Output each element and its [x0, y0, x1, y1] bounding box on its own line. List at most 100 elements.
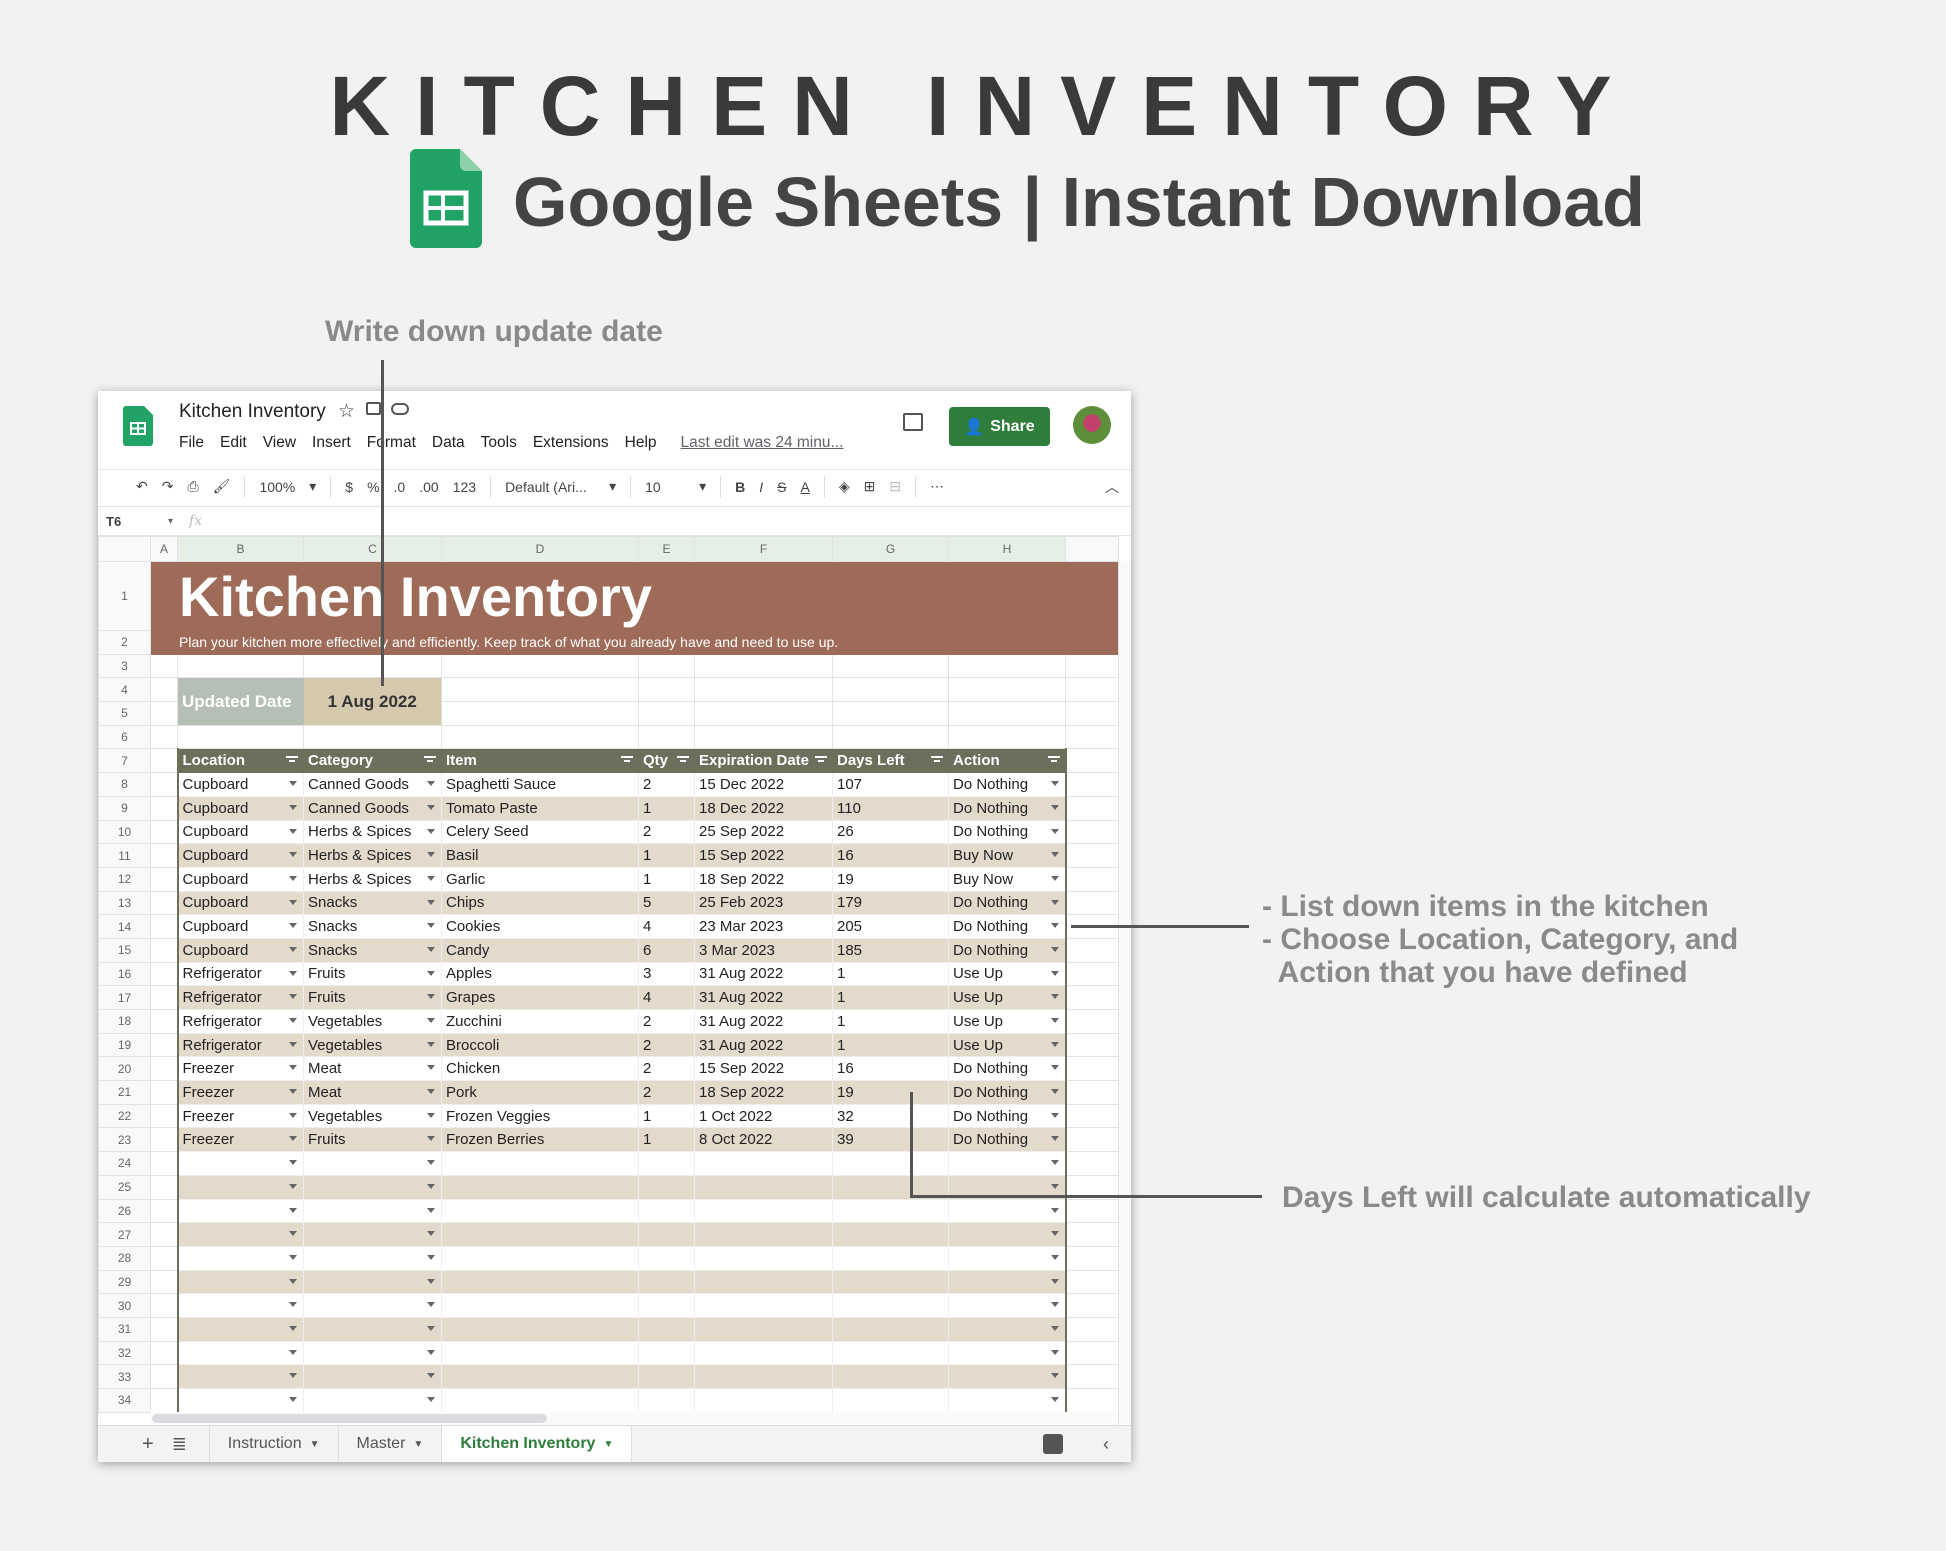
- row-number[interactable]: 23: [98, 1127, 151, 1153]
- table-cell[interactable]: Cupboard: [176, 843, 304, 868]
- row-number[interactable]: 22: [98, 1103, 151, 1129]
- cell[interactable]: [1065, 819, 1119, 845]
- table-cell[interactable]: 1: [832, 961, 949, 987]
- table-cell[interactable]: Cupboard: [176, 795, 304, 821]
- table-cell[interactable]: [694, 1364, 833, 1389]
- table-cell[interactable]: [441, 1316, 639, 1342]
- table-cell[interactable]: Basil: [441, 843, 639, 868]
- table-cell[interactable]: Chicken: [441, 1056, 639, 1082]
- table-cell[interactable]: 19: [832, 1080, 949, 1105]
- table-cell[interactable]: 31 Aug 2022: [694, 985, 833, 1010]
- table-cell[interactable]: Cupboard: [176, 772, 304, 797]
- table-cell[interactable]: Do Nothing: [948, 890, 1067, 916]
- dropdown-arrow-icon[interactable]: [1050, 1349, 1059, 1355]
- table-cell[interactable]: 8 Oct 2022: [694, 1127, 833, 1153]
- row-number[interactable]: 30: [98, 1293, 151, 1318]
- filter-icon[interactable]: [424, 756, 436, 765]
- table-cell[interactable]: [303, 1245, 442, 1271]
- table-cell[interactable]: Herbs & Spices: [303, 843, 442, 868]
- table-cell[interactable]: 2: [638, 1056, 695, 1082]
- table-cell[interactable]: Refrigerator: [176, 1009, 304, 1034]
- cell[interactable]: [150, 1340, 178, 1366]
- table-cell[interactable]: Do Nothing: [948, 1127, 1067, 1153]
- row-number[interactable]: 29: [98, 1269, 151, 1295]
- table-cell[interactable]: Freezer: [176, 1056, 304, 1082]
- table-cell[interactable]: [303, 1388, 442, 1413]
- dropdown-arrow-icon[interactable]: [1050, 899, 1059, 905]
- cell[interactable]: [441, 653, 639, 679]
- cell[interactable]: [150, 843, 178, 868]
- menu-insert[interactable]: Insert: [312, 434, 351, 452]
- updated-date-value[interactable]: 1 Aug 2022: [303, 677, 442, 726]
- table-cell[interactable]: [441, 1174, 639, 1200]
- menu-view[interactable]: View: [263, 434, 296, 452]
- cell[interactable]: [1065, 985, 1119, 1010]
- row-number[interactable]: 32: [98, 1340, 151, 1366]
- table-cell[interactable]: [638, 1269, 695, 1295]
- table-cell[interactable]: 18 Sep 2022: [694, 866, 833, 892]
- print-icon[interactable]: ⎙: [187, 478, 198, 495]
- table-cell[interactable]: 31 Aug 2022: [694, 1009, 833, 1034]
- table-cell[interactable]: [176, 1198, 304, 1224]
- table-cell[interactable]: 25 Sep 2022: [694, 819, 833, 845]
- filter-icon[interactable]: [815, 756, 827, 765]
- table-header-location[interactable]: Location: [176, 748, 304, 774]
- table-cell[interactable]: [832, 1388, 949, 1413]
- cell[interactable]: [1065, 1316, 1119, 1342]
- table-cell[interactable]: Herbs & Spices: [303, 866, 442, 892]
- dropdown-arrow-icon[interactable]: [289, 1302, 297, 1308]
- dropdown-arrow-icon[interactable]: [427, 1278, 435, 1284]
- table-cell[interactable]: [832, 1245, 949, 1271]
- dropdown-arrow-icon[interactable]: [427, 1254, 435, 1260]
- cell[interactable]: [150, 1103, 178, 1129]
- cell[interactable]: [150, 653, 178, 679]
- table-cell[interactable]: Vegetables: [303, 1009, 442, 1034]
- table-cell[interactable]: Refrigerator: [176, 961, 304, 987]
- dropdown-arrow-icon[interactable]: [1050, 1183, 1059, 1189]
- table-cell[interactable]: 25 Feb 2023: [694, 890, 833, 916]
- dropdown-arrow-icon[interactable]: [427, 1302, 435, 1308]
- cell[interactable]: [1065, 1080, 1119, 1105]
- table-cell[interactable]: 4: [638, 914, 695, 939]
- dropdown-arrow-icon[interactable]: [289, 1041, 297, 1047]
- table-cell[interactable]: [176, 1174, 304, 1200]
- cell[interactable]: [1065, 724, 1119, 750]
- table-cell[interactable]: [303, 1364, 442, 1389]
- row-number[interactable]: 33: [98, 1364, 151, 1389]
- dropdown-arrow-icon[interactable]: [427, 1089, 435, 1095]
- table-cell[interactable]: Freezer: [176, 1080, 304, 1105]
- cell[interactable]: [150, 1245, 178, 1271]
- table-cell[interactable]: [832, 1269, 949, 1295]
- column-header[interactable]: B: [177, 536, 304, 562]
- dropdown-arrow-icon[interactable]: [1050, 1302, 1059, 1308]
- table-cell[interactable]: 32: [832, 1103, 949, 1129]
- cell[interactable]: [1065, 1222, 1119, 1247]
- name-box[interactable]: T6: [98, 514, 168, 529]
- table-cell[interactable]: Do Nothing: [948, 795, 1067, 821]
- vertical-scrollbar[interactable]: [1118, 561, 1131, 1425]
- dropdown-arrow-icon[interactable]: [427, 1041, 435, 1047]
- dropdown-arrow-icon[interactable]: [289, 804, 297, 810]
- table-cell[interactable]: Use Up: [948, 1032, 1067, 1058]
- cell[interactable]: [150, 937, 178, 963]
- table-cell[interactable]: Buy Now: [948, 843, 1067, 868]
- cell[interactable]: [150, 1174, 178, 1200]
- table-cell[interactable]: Vegetables: [303, 1032, 442, 1058]
- dropdown-arrow-icon[interactable]: [427, 1349, 435, 1355]
- table-cell[interactable]: [441, 1269, 639, 1295]
- row-number[interactable]: 20: [98, 1056, 151, 1082]
- table-cell[interactable]: 31 Aug 2022: [694, 961, 833, 987]
- table-cell[interactable]: 31 Aug 2022: [694, 1032, 833, 1058]
- table-cell[interactable]: [638, 1222, 695, 1247]
- cell[interactable]: [1065, 701, 1119, 726]
- cell[interactable]: [948, 677, 1066, 703]
- dropdown-arrow-icon[interactable]: [427, 994, 435, 1000]
- row-number[interactable]: 2: [98, 630, 151, 655]
- table-cell[interactable]: 2: [638, 819, 695, 845]
- table-cell[interactable]: Vegetables: [303, 1103, 442, 1129]
- table-cell[interactable]: 205: [832, 914, 949, 939]
- table-cell[interactable]: [441, 1222, 639, 1247]
- table-cell[interactable]: Do Nothing: [948, 819, 1067, 845]
- table-cell[interactable]: [303, 1269, 442, 1295]
- table-header-expiration-date[interactable]: Expiration Date: [694, 748, 833, 774]
